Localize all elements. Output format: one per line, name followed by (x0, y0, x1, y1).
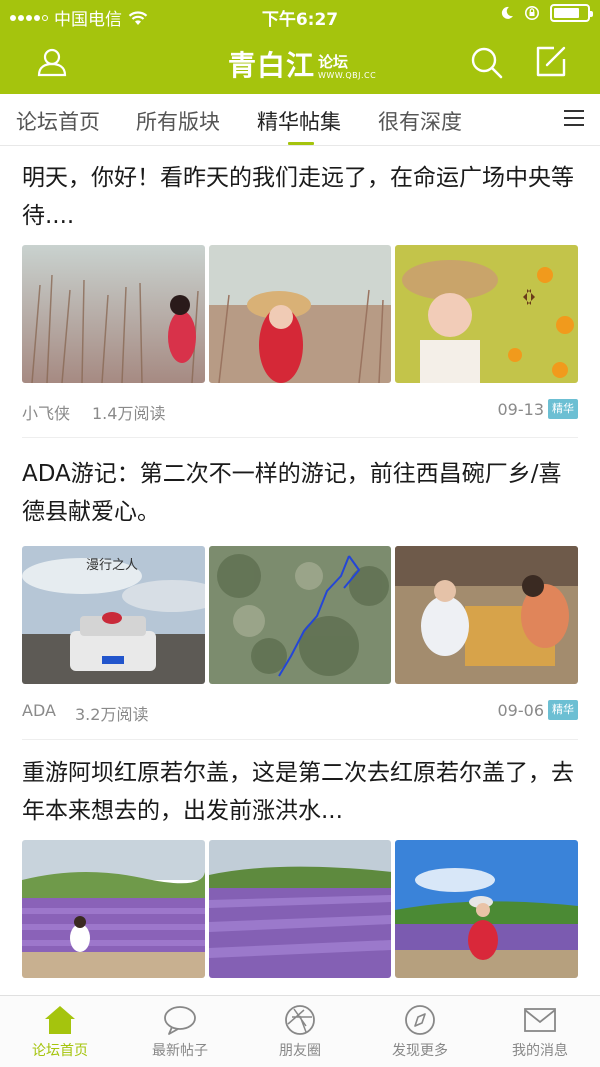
post-date: 09-13 (497, 400, 545, 419)
post-title[interactable]: ADA游记：第二次不一样的游记，前往西昌碗厂乡/喜德县献爱心。 (22, 455, 582, 531)
post-image[interactable] (395, 546, 579, 684)
post-thumbnails (22, 245, 579, 383)
image-caption: 漫行之人 (86, 558, 139, 573)
search-icon[interactable] (468, 44, 504, 80)
bottom-tab-label: 发现更多 (392, 1043, 448, 1059)
post-views: 3.2万阅读 (75, 705, 149, 724)
post-image[interactable]: 漫行之人 (22, 546, 205, 684)
tab-all-boards[interactable]: 所有版块 (136, 106, 220, 136)
tab-featured[interactable]: 精华帖集 (257, 106, 341, 136)
battery-icon (550, 4, 593, 22)
compass-icon (405, 1005, 435, 1035)
featured-badge: 精华 (548, 700, 578, 720)
home-icon (45, 1006, 75, 1034)
active-tab-indicator (288, 142, 314, 145)
post-thumbnails: 漫行之人 (22, 546, 579, 684)
status-bar: 中国电信 下午6:27 (0, 0, 600, 30)
tab-in-depth[interactable]: 很有深度 (378, 106, 462, 136)
bottom-tab-messages[interactable]: 我的消息 (480, 1004, 600, 1060)
tab-forum-home[interactable]: 论坛首页 (16, 106, 100, 136)
chat-bubble-icon (164, 1006, 196, 1035)
post-views: 1.4万阅读 (92, 404, 166, 423)
bottom-tab-bar: 论坛首页 最新帖子 朋友圈 发现更多 我的消息 (0, 995, 600, 1067)
post-image[interactable] (22, 245, 205, 383)
status-right (500, 4, 593, 22)
bottom-tab-latest-posts[interactable]: 最新帖子 (120, 1004, 240, 1060)
mail-icon (524, 1008, 556, 1032)
post-image[interactable] (208, 245, 392, 383)
post-image[interactable] (208, 840, 392, 978)
logo-sub-text: 论坛 (318, 53, 349, 71)
post-meta: 小飞侠 1.4万阅读 09-13 精华 (22, 398, 578, 424)
user-icon[interactable] (34, 44, 70, 80)
camera-aperture-icon (285, 1005, 315, 1035)
top-navbar: 青白江 论坛 WWW.QBJ.CC (0, 30, 600, 94)
rotation-lock-icon (525, 6, 539, 20)
post-thumbnails (22, 840, 579, 978)
post-title[interactable]: 重游阿坝红原若尔盖，这是第二次去红原若尔盖了，去年本来想去的，出发前涨洪水... (22, 754, 582, 830)
category-tabs: 论坛首页 所有版块 精华帖集 很有深度 (0, 94, 600, 146)
post-image[interactable] (395, 840, 579, 978)
bottom-tab-friends[interactable]: 朋友圈 (240, 1004, 360, 1060)
moon-icon (501, 6, 513, 19)
bottom-tab-label: 朋友圈 (279, 1043, 321, 1059)
divider (22, 437, 578, 438)
post-feed: 明天，你好！看昨天的我们走远了，在命运广场中央等待.... 小飞侠 1.4万阅读… (0, 147, 600, 995)
bottom-tab-label: 我的消息 (512, 1043, 568, 1059)
post-image[interactable] (208, 546, 392, 684)
post-date: 09-06 (497, 701, 545, 720)
post-meta: ADA 3.2万阅读 09-06 精华 (22, 699, 578, 724)
featured-badge: 精华 (548, 399, 578, 419)
logo-main-text: 青白江 (228, 49, 316, 82)
bottom-tab-discover[interactable]: 发现更多 (360, 1004, 480, 1060)
post-author[interactable]: 小飞侠 (22, 400, 70, 424)
compose-icon[interactable] (533, 44, 569, 80)
post-image[interactable] (395, 245, 579, 383)
site-logo: 青白江 论坛 WWW.QBJ.CC (228, 44, 376, 84)
post-title[interactable]: 明天，你好！看昨天的我们走远了，在命运广场中央等待.... (22, 159, 582, 235)
logo-url-text: WWW.QBJ.CC (318, 71, 377, 80)
bottom-tab-forum-home[interactable]: 论坛首页 (0, 1004, 120, 1060)
menu-icon[interactable] (564, 110, 584, 128)
post-author[interactable]: ADA (22, 701, 56, 720)
divider (22, 739, 578, 740)
bottom-tab-label: 最新帖子 (152, 1043, 208, 1059)
post-image[interactable] (22, 840, 205, 978)
bottom-tab-label: 论坛首页 (32, 1043, 88, 1059)
